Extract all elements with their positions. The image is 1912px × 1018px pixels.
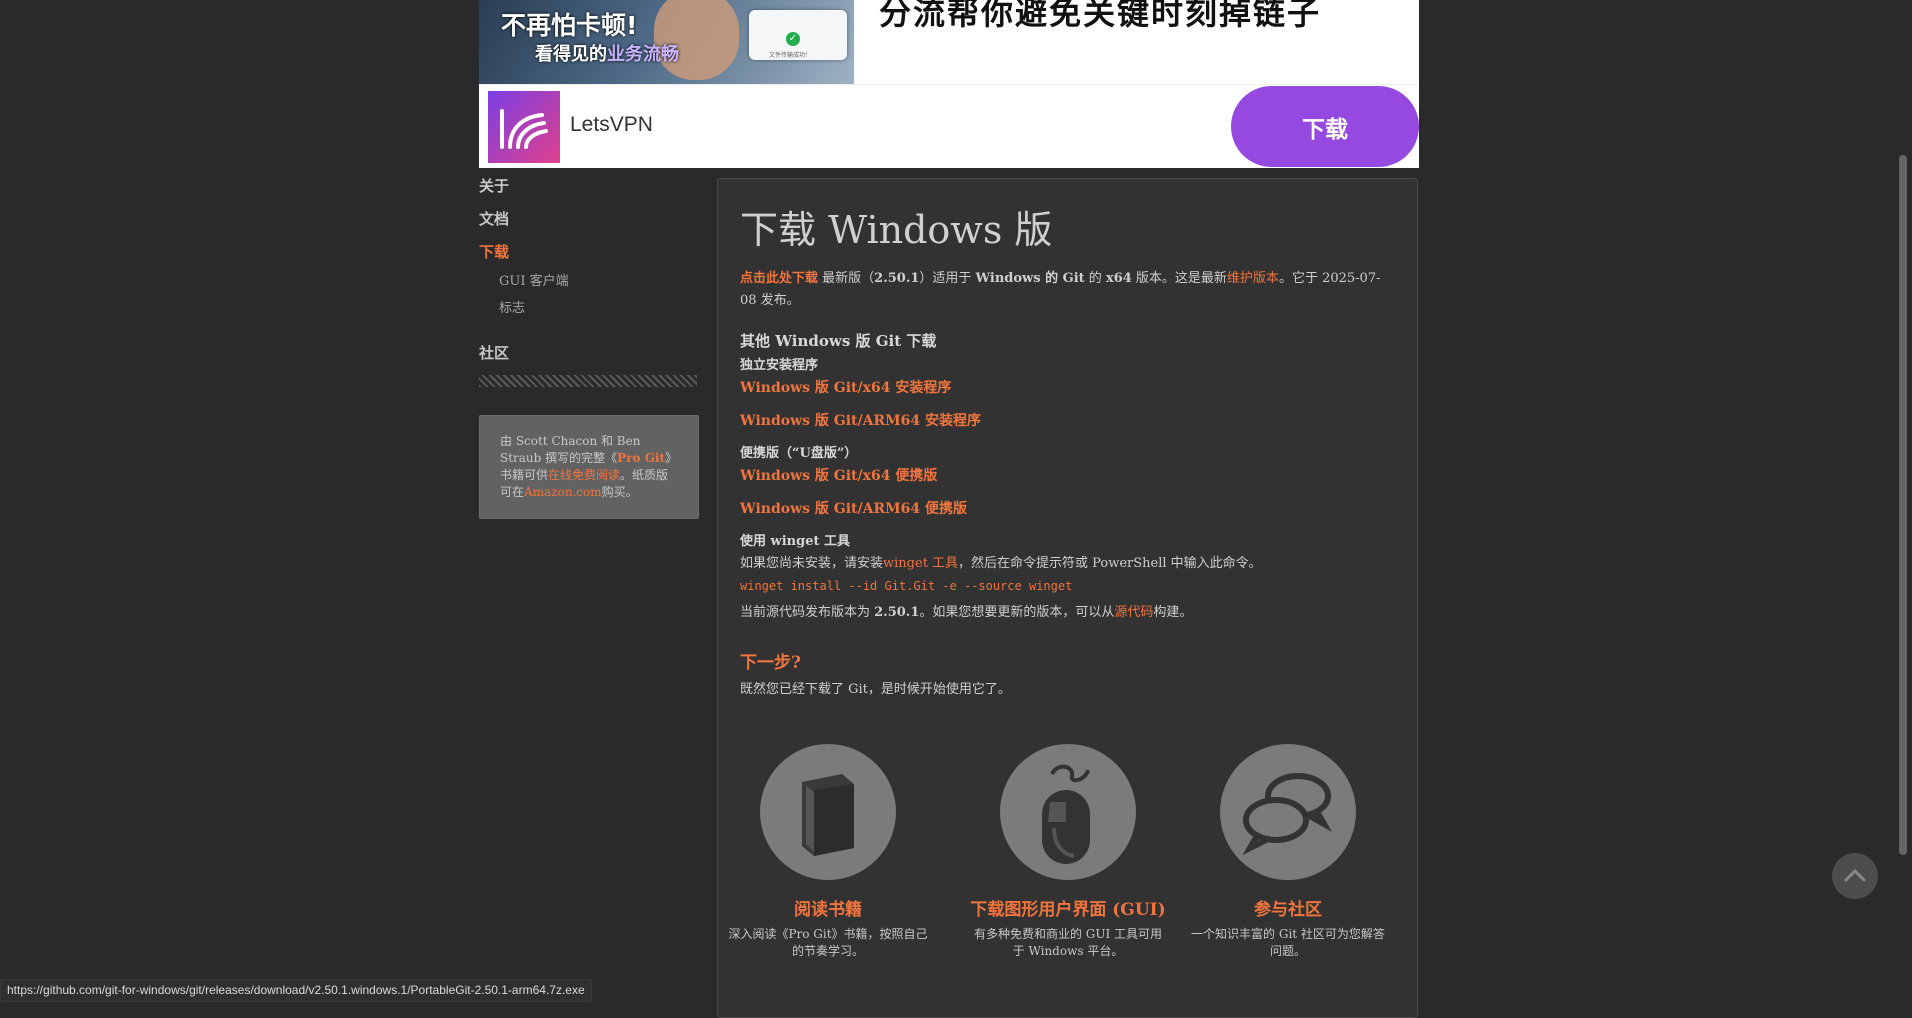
next-steps-text: 既然您已经下载了 Git，是时候开始使用它了。 — [740, 682, 1011, 697]
next-step-cards: 阅读书籍 深入阅读《Pro Git》书籍，按照自己的节奏学习。 下载图形用户界面… — [718, 744, 1417, 1004]
status-bar-url: https://github.com/git-for-windows/git/r… — [0, 979, 592, 1002]
ad-footer: LetsVPN 下载 — [479, 84, 1419, 168]
book-text-4: 购买。 — [601, 485, 638, 499]
ad-image-line2: 看得见的业务流畅 — [535, 44, 679, 65]
next-steps-heading: 下一步? — [740, 653, 801, 673]
page-title: 下载 Windows 版 — [740, 208, 1053, 252]
sidebar-item-about[interactable]: 关于 — [479, 175, 699, 196]
winget-instructions: 如果您尚未安装，请安装winget 工具，然后在命令提示符或 PowerShel… — [740, 556, 1262, 571]
ad-image-line1: 不再怕卡顿! — [501, 11, 638, 40]
book-icon[interactable] — [760, 744, 896, 880]
card-community-title[interactable]: 参与社区 — [1178, 894, 1398, 926]
sidebar: 关于 文档 下载 GUI 客户端 标志 社区 由 Scott Chacon 和 … — [479, 175, 699, 519]
card-download-gui[interactable]: 下载图形用户界面 (GUI) 有多种免费和商业的 GUI 工具可用于 Windo… — [958, 744, 1178, 960]
arm64-portable-link[interactable]: Windows 版 Git/ARM64 便携版 — [740, 498, 1395, 520]
card-read-book-desc: 深入阅读《Pro Git》书籍，按照自己的节奏学习。 — [728, 927, 928, 958]
ad-image[interactable]: ✓ 文件传输成功！ 不再怕卡顿! 看得见的业务流畅 — [479, 0, 854, 84]
sidebar-divider — [479, 375, 697, 387]
sidebar-subitem-logos[interactable]: 标志 — [499, 297, 699, 316]
portable-heading: 便携版（“U盘版”） — [740, 446, 858, 461]
chevron-up-icon — [1844, 868, 1866, 882]
card-community-desc: 一个知识丰富的 Git 社区可为您解答问题。 — [1191, 927, 1385, 958]
card-community[interactable]: 参与社区 一个知识丰富的 Git 社区可为您解答问题。 — [1178, 744, 1398, 960]
x64-portable-link[interactable]: Windows 版 Git/x64 便携版 — [740, 465, 1395, 487]
chat-bubbles-icon[interactable] — [1220, 744, 1356, 880]
source-code-paragraph: 当前源代码发布版本为 2.50.1。如果您想要更新的版本，可以从源代码构建。 — [740, 605, 1193, 620]
winget-command[interactable]: winget install --id Git.Git -e --source … — [740, 575, 1395, 597]
standalone-installer-heading: 独立安装程序 — [740, 358, 819, 373]
sidebar-subitem-gui-clients[interactable]: GUI 客户端 — [499, 270, 699, 289]
page-scrollbar[interactable] — [1894, 0, 1912, 1000]
x64-installer-link[interactable]: Windows 版 Git/x64 安装程序 — [740, 377, 1395, 399]
winget-tool-link[interactable]: winget 工具 — [883, 556, 958, 571]
mouse-icon[interactable] — [1000, 744, 1136, 880]
ad-headline[interactable]: 分流帮你避免关键时刻掉链子 — [879, 0, 1321, 34]
card-read-book-title[interactable]: 阅读书籍 — [718, 894, 938, 926]
sidebar-item-docs[interactable]: 文档 — [479, 208, 699, 229]
sidebar-item-downloads[interactable]: 下载 — [479, 241, 699, 262]
card-download-gui-title[interactable]: 下载图形用户界面 (GUI) — [958, 894, 1178, 926]
ad-brand-name[interactable]: LetsVPN — [570, 113, 653, 137]
letsvpn-logo[interactable] — [488, 91, 560, 163]
other-downloads-heading: 其他 Windows 版 Git 下载 — [740, 332, 937, 350]
maintained-version-link[interactable]: 维护版本 — [1227, 271, 1279, 286]
click-here-download-link[interactable]: 点击此处下载 — [740, 271, 818, 286]
pro-git-book-box: 由 Scott Chacon 和 Ben Straub 撰写的完整《Pro Gi… — [479, 415, 699, 519]
card-download-gui-desc: 有多种免费和商业的 GUI 工具可用于 Windows 平台。 — [973, 927, 1163, 958]
ad-popup-graphic: ✓ 文件传输成功！ — [749, 10, 847, 60]
pro-git-link[interactable]: Pro Git — [617, 451, 665, 465]
intro-paragraph: 点击此处下载 最新版（2.50.1）适用于 Windows 的 Git 的 x6… — [740, 271, 1381, 308]
check-icon: ✓ — [786, 32, 800, 46]
arm64-installer-link[interactable]: Windows 版 Git/ARM64 安装程序 — [740, 410, 1395, 432]
read-online-link[interactable]: 在线免费阅读 — [548, 468, 620, 482]
ad-popup-text: 文件传输成功！ — [769, 52, 812, 59]
main-content: 下载 Windows 版 点击此处下载 最新版（2.50.1）适用于 Windo… — [717, 178, 1418, 1018]
ad-download-button[interactable]: 下载 — [1231, 86, 1419, 167]
ad-banner[interactable]: ✓ 文件传输成功！ 不再怕卡顿! 看得见的业务流畅 分流帮你避免关键时刻掉链子 … — [479, 0, 1419, 168]
back-to-top-button[interactable] — [1832, 853, 1878, 899]
card-read-book[interactable]: 阅读书籍 深入阅读《Pro Git》书籍，按照自己的节奏学习。 — [718, 744, 938, 960]
source-code-link[interactable]: 源代码 — [1114, 605, 1153, 620]
sidebar-item-community[interactable]: 社区 — [479, 342, 699, 363]
winget-heading: 使用 winget 工具 — [740, 534, 850, 549]
amazon-link[interactable]: Amazon.com — [524, 485, 602, 499]
scrollbar-thumb[interactable] — [1899, 155, 1907, 855]
